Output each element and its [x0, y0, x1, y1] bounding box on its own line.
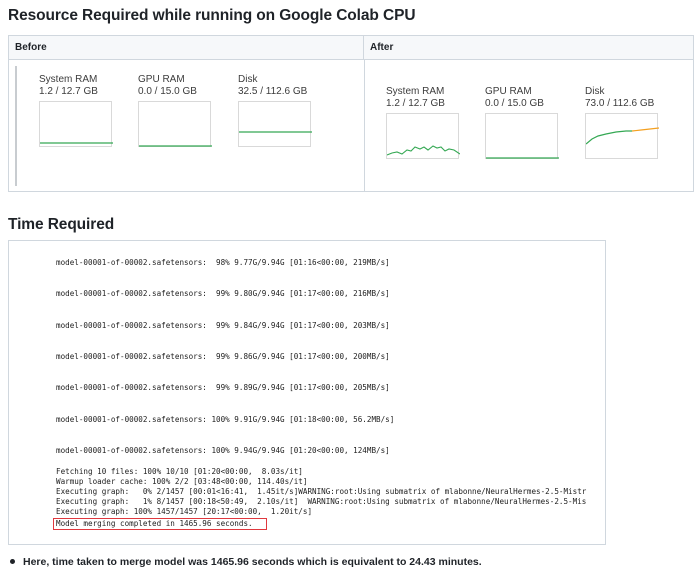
- gpu-ram-graph: [138, 101, 212, 147]
- metric-value: 73.0 / 112.6 GB: [585, 98, 655, 109]
- console-line: Warmup loader cache: 100% 2/2 [03:48<00:…: [56, 477, 308, 486]
- column-divider: [364, 60, 365, 191]
- metric-name: GPU RAM: [138, 74, 185, 85]
- summary-text: Here, time taken to merge model was 1465…: [23, 556, 482, 568]
- metric-name: System RAM: [386, 86, 445, 97]
- metric-value: 32.5 / 112.6 GB: [238, 86, 308, 97]
- after-gpu-ram-metric: GPU RAM 0.0 / 15.0 GB: [485, 86, 565, 159]
- after-disk-metric: Disk 73.0 / 112.6 GB: [585, 86, 665, 159]
- system-ram-graph: [386, 113, 460, 159]
- summary-bullet: Here, time taken to merge model was 1465…: [10, 556, 482, 568]
- console-line: Fetching 10 files: 100% 10/10 [01:20<00:…: [56, 467, 303, 476]
- gpu-ram-graph: [485, 113, 559, 159]
- metric-name: GPU RAM: [485, 86, 532, 97]
- console-line: model-00001-of-00002.safetensors: 100% 9…: [56, 415, 395, 424]
- console-line: Executing graph: 0% 2/1457 [00:01<16:41,…: [56, 487, 587, 496]
- console-line: Executing graph: 100% 1457/1457 [20:17<0…: [56, 507, 313, 516]
- console-line: model-00001-of-00002.safetensors: 98% 9.…: [56, 258, 390, 267]
- console-line: model-00001-of-00002.safetensors: 99% 9.…: [56, 289, 390, 298]
- after-header: After: [364, 36, 693, 60]
- metric-value: 1.2 / 12.7 GB: [39, 86, 98, 97]
- console-line: model-00001-of-00002.safetensors: 100% 9…: [56, 446, 390, 455]
- console-line: model-00001-of-00002.safetensors: 99% 9.…: [56, 352, 390, 361]
- console-line: model-00001-of-00002.safetensors: 99% 9.…: [56, 321, 390, 330]
- before-disk-metric: Disk 32.5 / 112.6 GB: [238, 74, 318, 147]
- before-scrollbar[interactable]: [15, 66, 17, 186]
- console-output: model-00001-of-00002.safetensors: 98% 9.…: [8, 240, 606, 545]
- highlight-box: [53, 518, 267, 530]
- bullet-dot: [10, 558, 15, 564]
- metric-name: Disk: [585, 86, 605, 97]
- after-system-ram-metric: System RAM 1.2 / 12.7 GB: [386, 86, 466, 159]
- disk-graph: [585, 113, 659, 159]
- console-line: model-00001-of-00002.safetensors: 99% 9.…: [56, 383, 390, 392]
- resource-table: Before After System RAM 1.2 / 12.7 GB GP…: [8, 35, 694, 192]
- before-gpu-ram-metric: GPU RAM 0.0 / 15.0 GB: [138, 74, 218, 147]
- disk-graph: [238, 101, 312, 147]
- before-header: Before: [9, 36, 364, 60]
- metric-value: 0.0 / 15.0 GB: [485, 98, 544, 109]
- before-system-ram-metric: System RAM 1.2 / 12.7 GB: [39, 74, 119, 147]
- metric-value: 0.0 / 15.0 GB: [138, 86, 197, 97]
- time-section-title: Time Required: [8, 216, 115, 233]
- system-ram-graph: [39, 101, 113, 147]
- resource-section-title: Resource Required while running on Googl…: [8, 7, 416, 24]
- console-line: Executing graph: 1% 8/1457 [00:18<50:49,…: [56, 497, 587, 506]
- metric-name: System RAM: [39, 74, 98, 85]
- metric-name: Disk: [238, 74, 258, 85]
- metric-value: 1.2 / 12.7 GB: [386, 98, 445, 109]
